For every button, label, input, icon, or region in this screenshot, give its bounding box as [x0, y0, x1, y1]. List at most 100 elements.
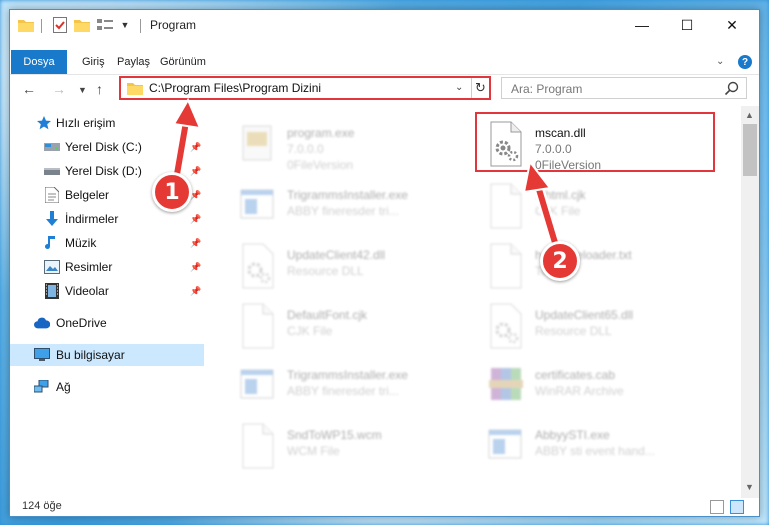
tab-view[interactable]: Görünüm: [160, 50, 206, 74]
network-icon: [34, 379, 50, 395]
scrollbar-thumb[interactable]: [743, 124, 757, 176]
vertical-scrollbar[interactable]: ▲ ▼: [741, 106, 759, 498]
window-icon: [235, 182, 283, 230]
pictures-icon: [44, 259, 60, 275]
file-name: AbbyySTI.exe: [535, 428, 610, 442]
music-note-icon: [44, 235, 60, 251]
sidebar-item-label: Resimler: [65, 260, 113, 274]
sidebar-item-network[interactable]: Ağ: [10, 376, 204, 398]
new-folder-icon[interactable]: [74, 17, 90, 33]
file-tile[interactable]: UpdateClient42.dll Resource DLL: [235, 238, 485, 294]
folder-icon[interactable]: [18, 17, 34, 33]
file-description: Resource DLL: [535, 324, 612, 338]
address-dropdown-chevron-icon[interactable]: ⌄: [455, 82, 463, 93]
file-description: ABBY sti event hand...: [535, 444, 655, 458]
view-options-icon[interactable]: [96, 17, 114, 33]
file-description: WCM File: [287, 444, 340, 458]
window-icon: [483, 422, 531, 470]
pin-icon[interactable]: 📌: [190, 142, 201, 153]
details-view-icon[interactable]: [710, 500, 724, 514]
file-tile[interactable]: AbbyySTI.exe ABBY sti event hand...: [483, 418, 733, 474]
close-button[interactable]: ✕: [710, 10, 754, 40]
sidebar-item-label: Hızlı erişim: [56, 116, 116, 130]
sidebar-item-label: OneDrive: [56, 316, 107, 330]
file-tile[interactable]: DefaultFont.cjk CJK File: [235, 298, 485, 354]
file-explorer-window: ▼ Program — ☐ ✕ Dosya Giriş Paylaş Görün…: [9, 9, 760, 517]
tab-home[interactable]: Giriş: [82, 50, 105, 74]
document-icon: [235, 422, 283, 470]
tab-file[interactable]: Dosya: [11, 50, 67, 74]
download-arrow-icon: [44, 211, 60, 227]
back-arrow-icon[interactable]: ←: [22, 81, 36, 97]
sidebar-item-videos[interactable]: Videolar 📌: [10, 280, 204, 302]
sidebar-item-onedrive[interactable]: OneDrive: [10, 312, 204, 334]
video-film-icon: [44, 283, 60, 299]
address-bar[interactable]: C:\Program Files\Program Dizini ⌄ ↻: [119, 76, 491, 100]
help-icon[interactable]: ?: [738, 55, 752, 69]
search-icon[interactable]: [724, 81, 740, 97]
file-tile[interactable]: TrigrammsInstaller.exe ABBY fineresder t…: [235, 178, 485, 234]
file-name: TrigrammsInstaller.exe: [287, 188, 408, 202]
file-description: CJK File: [287, 324, 333, 338]
pin-icon[interactable]: 📌: [190, 262, 201, 273]
item-count: 124 öğe: [22, 500, 62, 512]
file-tile[interactable]: ...html.cjk CJK File: [483, 178, 733, 234]
file-name: UpdateClient65.dll: [535, 308, 634, 322]
forward-arrow-icon[interactable]: →: [52, 81, 66, 97]
step-badge-1: 1: [152, 172, 192, 212]
sidebar-item-local-disk-c[interactable]: Yerel Disk (C:) 📌: [10, 136, 204, 158]
expand-ribbon-chevron-icon[interactable]: ⌄: [716, 56, 724, 67]
minimize-button[interactable]: —: [620, 10, 664, 40]
pin-icon[interactable]: 📌: [190, 238, 201, 249]
properties-check-icon[interactable]: [52, 17, 68, 33]
sidebar-item-label: Yerel Disk (D:): [65, 164, 142, 178]
file-tile[interactable]: program.exe 7.0.0.0 0FileVersion: [235, 116, 485, 172]
sidebar-item-label: Belgeler: [65, 188, 110, 202]
sidebar-item-label: Videolar: [65, 284, 109, 298]
pin-icon[interactable]: 📌: [190, 286, 201, 297]
title-bar: ▼ Program — ☐ ✕: [10, 10, 759, 40]
file-tile[interactable]: UpdateClient65.dll Resource DLL: [483, 298, 733, 354]
up-arrow-icon[interactable]: ↑: [96, 81, 103, 97]
pin-icon[interactable]: 📌: [190, 166, 201, 177]
sidebar-item-label: Bu bilgisayar: [56, 348, 125, 362]
window-icon: [235, 362, 283, 410]
ribbon-tabs: Dosya Giriş Paylaş Görünüm: [10, 50, 759, 74]
file-version: 7.0.0.0: [287, 142, 324, 156]
address-path[interactable]: C:\Program Files\Program Dizini: [149, 81, 321, 95]
sidebar-item-pictures[interactable]: Resimler 📌: [10, 256, 204, 278]
toolbar-separator: [140, 19, 141, 33]
pin-icon[interactable]: 📌: [190, 214, 201, 225]
file-tile[interactable]: TrigrammsInstaller.exe ABBY fineresder t…: [235, 358, 485, 414]
file-name: SndToWP15.wcm: [287, 428, 382, 442]
computer-monitor-icon: [34, 347, 50, 363]
tab-share[interactable]: Paylaş: [117, 50, 150, 74]
file-tile[interactable]: certificates.cab WinRAR Archive: [483, 358, 733, 414]
file-name: ...html.cjk: [535, 188, 586, 202]
file-description: ABBY fineresder tri...: [287, 384, 399, 398]
file-description: 0FileVersion: [287, 158, 354, 172]
sidebar-item-music[interactable]: Müzik 📌: [10, 232, 204, 254]
folder-icon: [127, 81, 143, 95]
refresh-icon[interactable]: ↻: [471, 78, 489, 98]
sidebar-item-quick-access[interactable]: Hızlı erişim: [10, 112, 204, 134]
scroll-down-arrow-icon[interactable]: ▼: [745, 482, 754, 492]
large-icons-view-icon[interactable]: [730, 500, 744, 514]
maximize-button[interactable]: ☐: [665, 10, 709, 40]
sidebar-item-this-pc[interactable]: Bu bilgisayar: [10, 344, 204, 366]
documents-icon: [44, 187, 60, 203]
search-input[interactable]: Ara: Program: [501, 77, 747, 99]
scroll-up-arrow-icon[interactable]: ▲: [745, 110, 754, 120]
highlight-box-mscan-dll: [475, 112, 715, 172]
file-name: program.exe: [287, 126, 355, 140]
recent-locations-chevron-icon[interactable]: ▼: [78, 85, 87, 95]
file-name: certificates.cab: [535, 368, 616, 382]
window-title: Program: [150, 18, 197, 32]
file-description: WinRAR Archive: [535, 384, 624, 398]
customize-toolbar-dropdown-icon[interactable]: ▼: [120, 17, 130, 33]
file-name: DefaultFont.cjk: [287, 308, 368, 322]
file-tile[interactable]: help...fileloader.txt Text...: [483, 238, 733, 294]
dll-gear-icon: [235, 242, 283, 290]
document-icon: [483, 242, 531, 290]
file-tile[interactable]: SndToWP15.wcm WCM File: [235, 418, 485, 474]
